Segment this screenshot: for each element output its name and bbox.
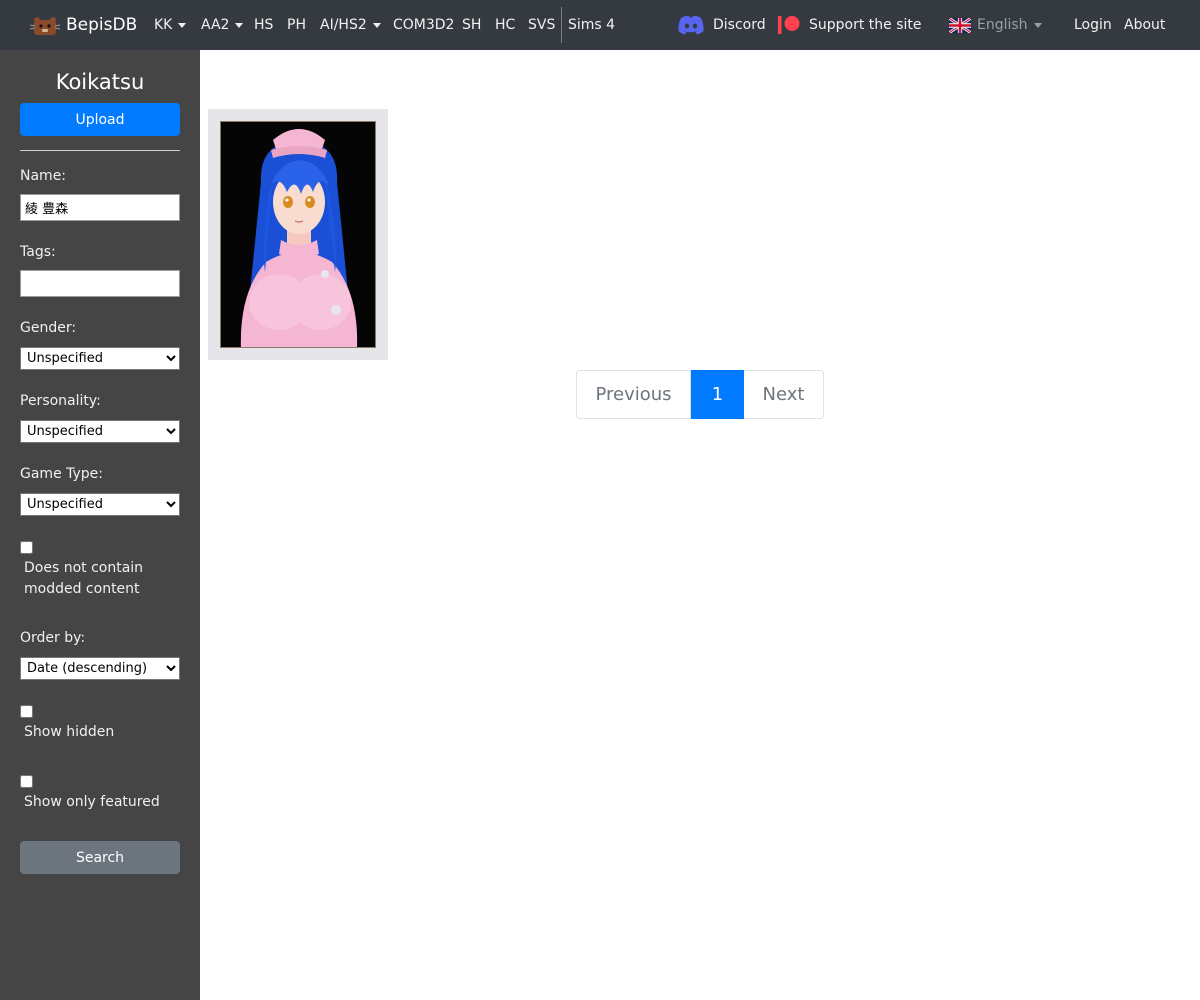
personality-select[interactable]: Unspecified	[20, 420, 180, 443]
caret-down-icon	[178, 23, 187, 28]
bear-logo-icon	[30, 17, 60, 35]
login-label: Login	[1074, 17, 1112, 33]
nav-hs-label: HS	[254, 17, 274, 33]
nav-com3d2-link[interactable]: COM3D2	[393, 0, 454, 50]
gametype-label: Game Type:	[20, 466, 104, 482]
character-card-thumbnail-icon[interactable]	[220, 121, 376, 348]
gametype-select[interactable]: Unspecified	[20, 493, 180, 516]
nav-aihs2-label: AI/HS2	[320, 17, 367, 33]
name-label: Name:	[20, 168, 67, 184]
uk-flag-icon	[949, 17, 971, 33]
nav-ph-link[interactable]: PH	[287, 0, 306, 50]
nav-kk-label: KK	[154, 17, 173, 33]
character-card[interactable]	[208, 109, 388, 360]
caret-down-icon	[1033, 23, 1042, 28]
featured-label: Show only featured	[24, 794, 160, 810]
show-hidden-checkbox[interactable]	[20, 705, 33, 718]
top-navbar: BepisDB KK AA2 HS PH AI/HS2 COM3D2 SH HC…	[0, 0, 1200, 50]
language-dropdown[interactable]: English	[949, 0, 1042, 50]
character-thumbnail-illustration	[221, 122, 375, 347]
search-sidebar: Koikatsu Upload Name: Tags: Gender: Unsp…	[0, 50, 200, 1000]
nav-hs-link[interactable]: HS	[254, 0, 273, 50]
nav-hc-link[interactable]: HC	[495, 0, 515, 50]
gender-select[interactable]: Unspecified	[20, 347, 180, 370]
order-label: Order by:	[20, 630, 86, 646]
nav-aa2-label: AA2	[201, 17, 230, 33]
pagination: Previous 1 Next	[576, 370, 824, 419]
show-hidden-label: Show hidden	[24, 724, 115, 740]
support-link[interactable]: Support the site	[778, 0, 922, 50]
tags-label: Tags:	[20, 244, 56, 260]
upload-button[interactable]: Upload	[20, 103, 180, 136]
no-mods-label: Does not contain modded content	[24, 560, 144, 597]
discord-link[interactable]: Discord	[678, 0, 766, 50]
support-label: Support the site	[809, 17, 922, 33]
search-button[interactable]: Search	[20, 841, 180, 874]
nav-svs-label: SVS	[528, 17, 556, 33]
tags-input[interactable]	[20, 270, 180, 297]
nav-sh-link[interactable]: SH	[462, 0, 481, 50]
language-label: English	[977, 17, 1028, 33]
nav-sh-label: SH	[462, 17, 482, 33]
nav-com3d2-label: COM3D2	[393, 17, 455, 33]
nav-divider	[561, 7, 562, 43]
nav-kk-dropdown[interactable]: KK	[154, 0, 187, 50]
nav-ph-label: PH	[287, 17, 306, 33]
brand-link[interactable]: BepisDB	[30, 0, 137, 50]
nav-hc-label: HC	[495, 17, 516, 33]
brand-name: BepisDB	[66, 15, 138, 35]
no-mods-checkbox[interactable]	[20, 541, 33, 554]
name-input[interactable]	[20, 194, 180, 221]
nav-sims4-link[interactable]: Sims 4	[568, 0, 615, 50]
caret-down-icon	[372, 23, 381, 28]
discord-label: Discord	[713, 17, 766, 33]
discord-icon	[678, 15, 704, 35]
patreon-icon	[778, 16, 800, 34]
about-link[interactable]: About	[1124, 0, 1165, 50]
nav-aa2-dropdown[interactable]: AA2	[201, 0, 244, 50]
sidebar-title: Koikatsu	[55, 70, 145, 94]
featured-checkbox[interactable]	[20, 775, 33, 788]
gender-label: Gender:	[20, 320, 77, 336]
order-select[interactable]: Date (descending)	[20, 657, 180, 680]
previous-page-button[interactable]: Previous	[576, 370, 691, 419]
caret-down-icon	[235, 23, 244, 28]
login-link[interactable]: Login	[1074, 0, 1112, 50]
nav-svs-link[interactable]: SVS	[528, 0, 555, 50]
next-page-button[interactable]: Next	[744, 370, 824, 419]
nav-sims4-label: Sims 4	[568, 17, 616, 33]
nav-aihs2-dropdown[interactable]: AI/HS2	[320, 0, 381, 50]
current-page-button[interactable]: 1	[691, 370, 744, 419]
about-label: About	[1124, 17, 1166, 33]
sidebar-divider	[20, 150, 180, 151]
personality-label: Personality:	[20, 393, 101, 409]
